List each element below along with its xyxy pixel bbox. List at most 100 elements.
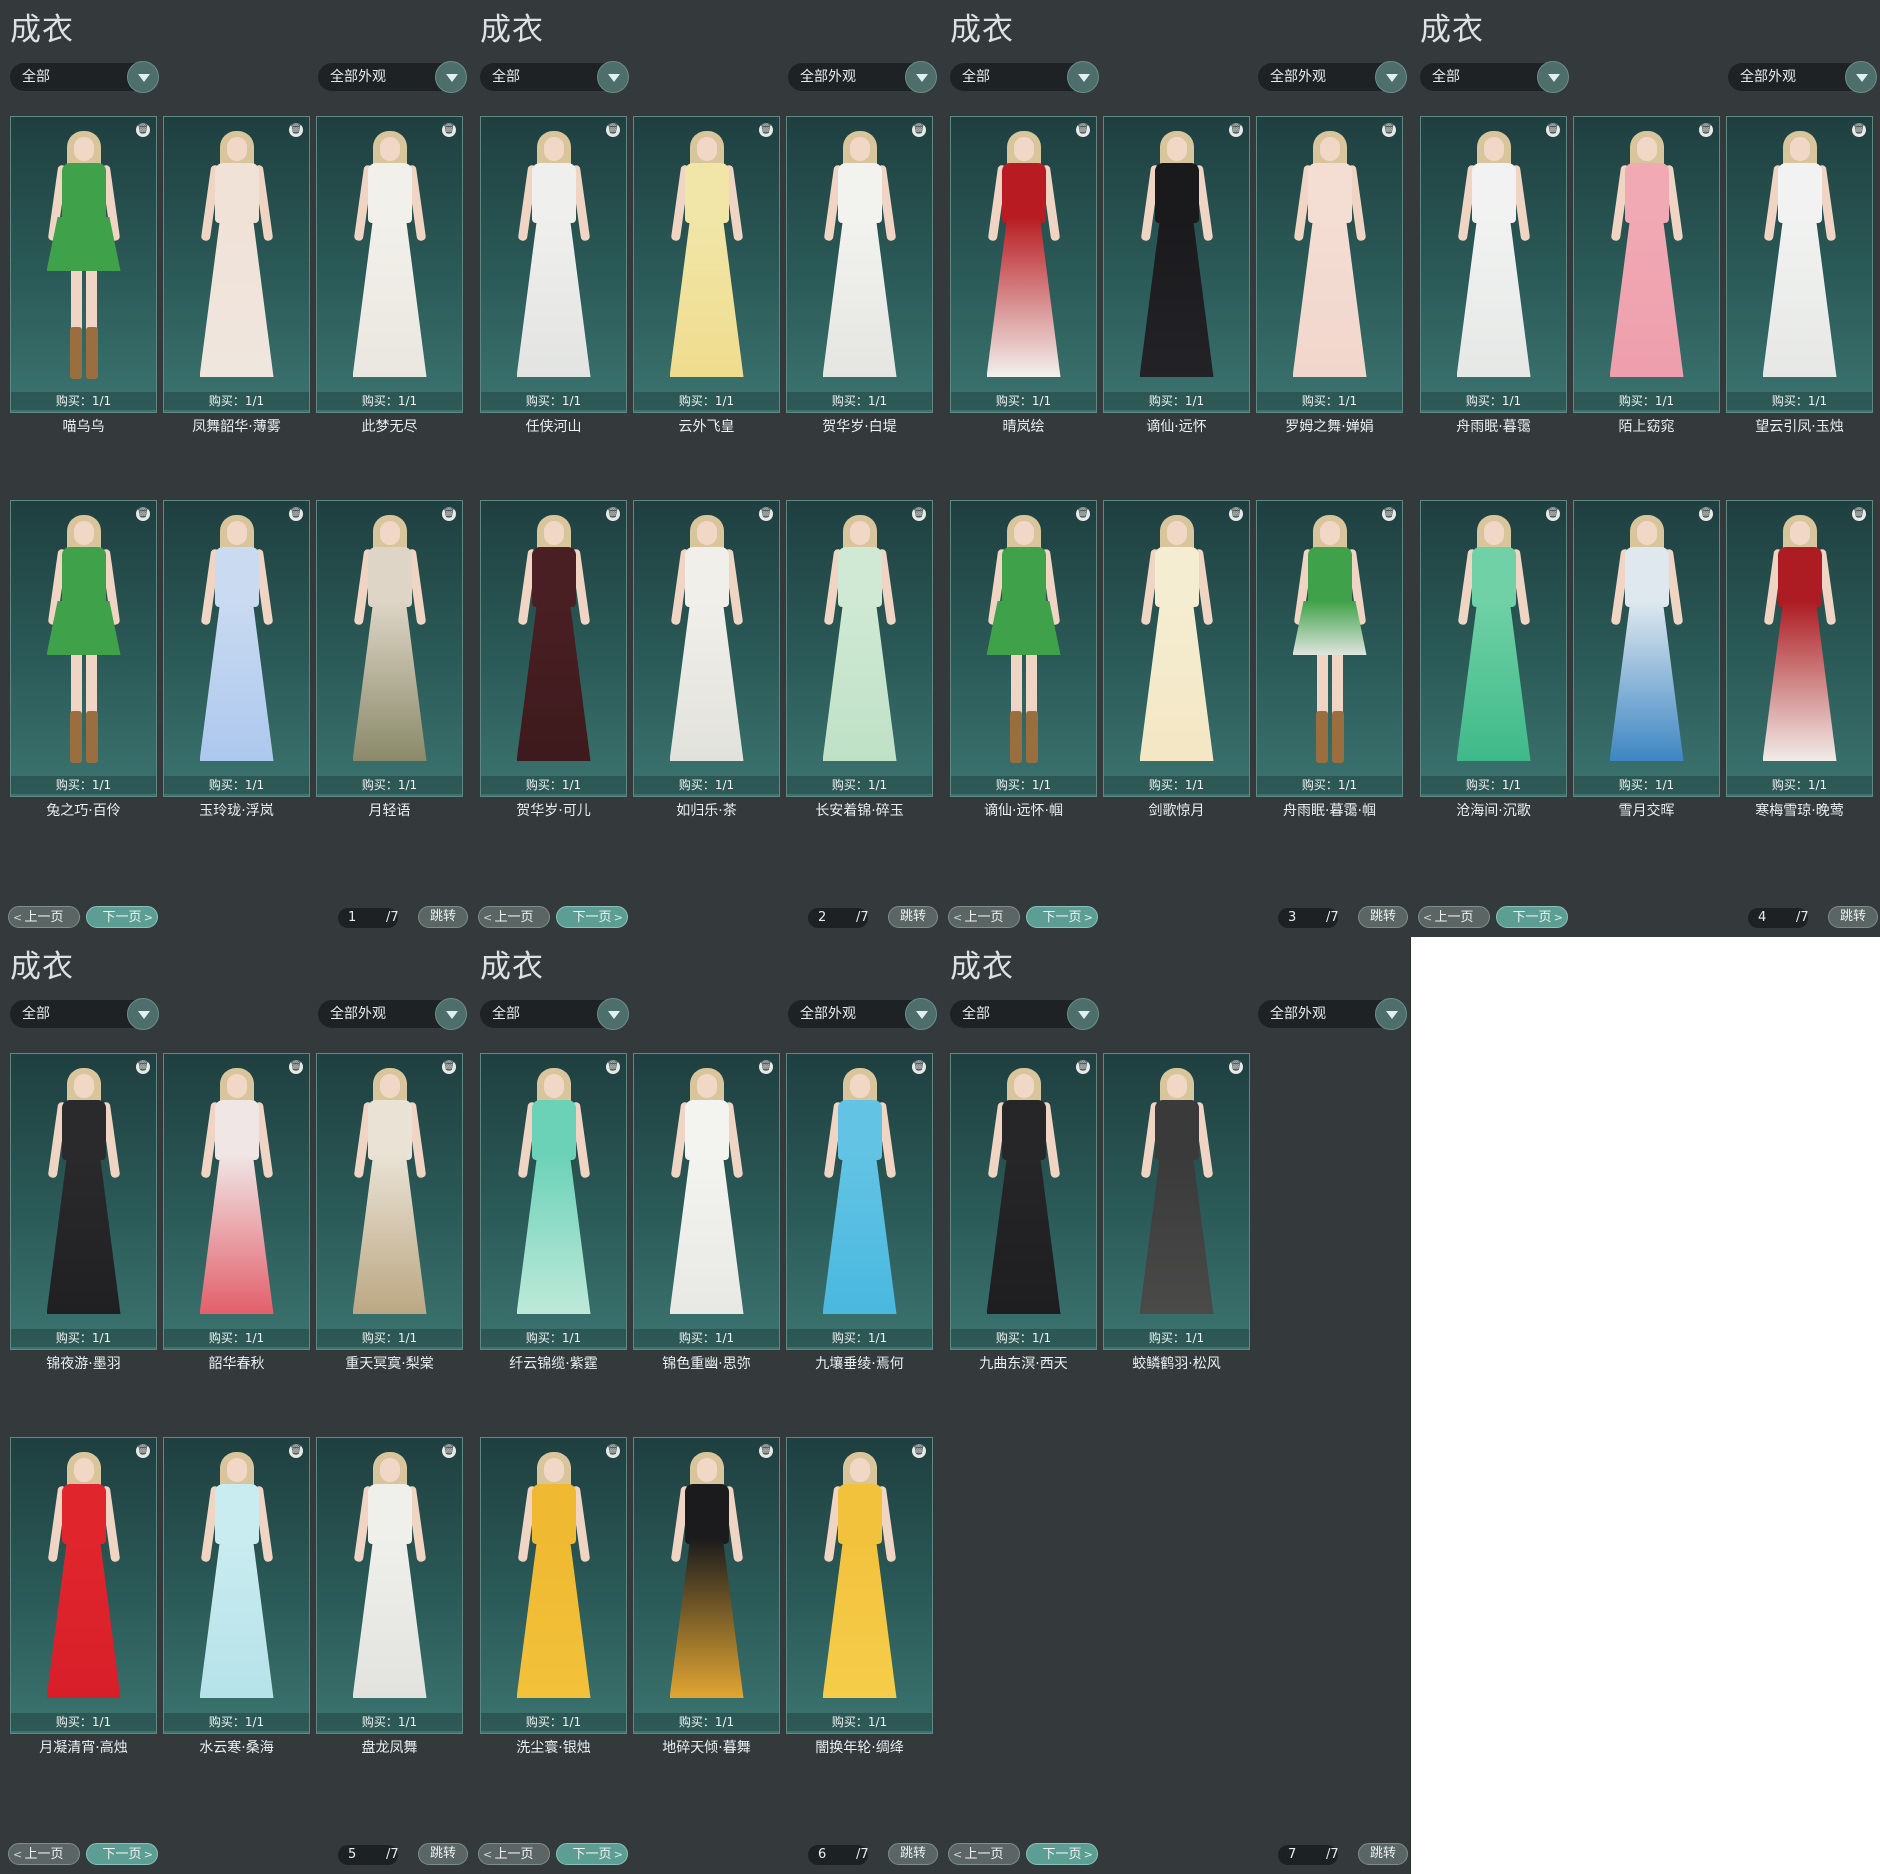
outfit-card[interactable]: 🗑 购买：1/1 盘龙凤舞 <box>316 1437 463 1756</box>
category-dropdown[interactable]: 全部 <box>1420 61 1569 93</box>
chevron-down-icon[interactable] <box>1537 61 1569 93</box>
category-dropdown[interactable]: 全部 <box>480 998 629 1030</box>
next-page-button[interactable]: 下一页 <box>556 906 628 929</box>
outfit-card[interactable]: 🗑 购买：1/1 月轻语 <box>316 500 463 819</box>
outfit-card[interactable]: 🗑 购买：1/1 锦夜游·墨羽 <box>10 1053 157 1372</box>
chevron-down-icon[interactable] <box>905 61 937 93</box>
jump-button[interactable]: 跳转 <box>418 906 468 928</box>
appearance-dropdown[interactable]: 全部外观 <box>1258 998 1407 1030</box>
outfit-card[interactable]: 🗑 购买：1/1 如归乐·茶 <box>633 500 780 819</box>
purchase-count: 购买：1/1 <box>634 1713 779 1731</box>
jump-button[interactable]: 跳转 <box>1358 906 1408 928</box>
prev-page-button[interactable]: 上一页 <box>948 906 1020 929</box>
page-total: /7 <box>386 1847 399 1862</box>
outfit-card[interactable]: 🗑 购买：1/1 贺华岁·白堤 <box>786 116 933 435</box>
outfit-card[interactable]: 🗑 购买：1/1 地碎天倾·暮舞 <box>633 1437 780 1756</box>
chevron-down-icon[interactable] <box>597 998 629 1030</box>
prev-page-button[interactable]: 上一页 <box>478 906 550 929</box>
outfit-card[interactable]: 🗑 购买：1/1 任侠河山 <box>480 116 627 435</box>
category-dropdown-value: 全部 <box>962 1006 990 1022</box>
outfit-card[interactable]: 🗑 购买：1/1 锦色重幽·思弥 <box>633 1053 780 1372</box>
chevron-down-icon[interactable] <box>597 61 629 93</box>
next-page-button[interactable]: 下一页 <box>86 1843 158 1866</box>
appearance-dropdown[interactable]: 全部外观 <box>788 61 937 93</box>
chevron-down-icon[interactable] <box>1845 61 1877 93</box>
chevron-down-icon[interactable] <box>127 61 159 93</box>
prev-page-button[interactable]: 上一页 <box>8 1843 80 1866</box>
chevron-down-icon[interactable] <box>1375 998 1407 1030</box>
outfit-name: 舟雨眠·暮霭 <box>1456 419 1531 435</box>
outfit-card[interactable]: 🗑 购买：1/1 雪月交晖 <box>1573 500 1720 819</box>
jump-button[interactable]: 跳转 <box>1358 1843 1408 1865</box>
purchase-count: 购买：1/1 <box>481 1713 626 1731</box>
appearance-dropdown[interactable]: 全部外观 <box>318 61 467 93</box>
wardrobe-panel: 成衣 全部 全部外观 🗑 购买：1/1 晴岚绘 🗑 购买：1/1 谪仙·远怀 🗑… <box>940 0 1411 937</box>
outfit-card[interactable]: 🗑 购买：1/1 九壤垂绫·焉何 <box>786 1053 933 1372</box>
category-dropdown[interactable]: 全部 <box>10 61 159 93</box>
outfit-card[interactable]: 🗑 购买：1/1 重天冥寞·梨棠 <box>316 1053 463 1372</box>
appearance-dropdown[interactable]: 全部外观 <box>1258 61 1407 93</box>
next-page-button[interactable]: 下一页 <box>1026 906 1098 929</box>
prev-page-button[interactable]: 上一页 <box>478 1843 550 1866</box>
jump-button[interactable]: 跳转 <box>418 1843 468 1865</box>
outfit-card[interactable]: 🗑 购买：1/1 谪仙·远怀 <box>1103 116 1250 435</box>
outfit-card[interactable]: 🗑 购买：1/1 水云寒·桑海 <box>163 1437 310 1756</box>
outfit-card[interactable]: 🗑 购买：1/1 玉玲珑·浮岚 <box>163 500 310 819</box>
next-page-button[interactable]: 下一页 <box>1496 906 1568 929</box>
outfit-card[interactable]: 🗑 购买：1/1 剑歌惊月 <box>1103 500 1250 819</box>
outfit-card[interactable]: 🗑 购买：1/1 长安着锦·碎玉 <box>786 500 933 819</box>
outfit-card[interactable]: 🗑 购买：1/1 凤舞韶华·薄雾 <box>163 116 310 435</box>
outfit-card[interactable]: 🗑 购买：1/1 兔之巧·百伶 <box>10 500 157 819</box>
category-dropdown[interactable]: 全部 <box>950 998 1099 1030</box>
outfit-card[interactable]: 🗑 购买：1/1 九曲东溟·西天 <box>950 1053 1097 1372</box>
purchase-count: 购买：1/1 <box>951 392 1096 410</box>
purchase-count: 购买：1/1 <box>11 392 156 410</box>
prev-page-button[interactable]: 上一页 <box>1418 906 1490 929</box>
outfit-card[interactable]: 🗑 购买：1/1 舟雨眠·暮霭·帼 <box>1256 500 1403 819</box>
character-figure <box>499 1064 609 1322</box>
appearance-dropdown[interactable]: 全部外观 <box>788 998 937 1030</box>
outfit-card[interactable]: 🗑 购买：1/1 寒梅雪琼·晚莺 <box>1726 500 1873 819</box>
chevron-down-icon[interactable] <box>435 998 467 1030</box>
outfit-card[interactable]: 🗑 购买：1/1 闇换年轮·绸绛 <box>786 1437 933 1756</box>
appearance-dropdown[interactable]: 全部外观 <box>1728 61 1877 93</box>
next-page-button[interactable]: 下一页 <box>1026 1843 1098 1866</box>
outfit-card[interactable]: 🗑 购买：1/1 月凝清宵·高烛 <box>10 1437 157 1756</box>
outfit-card[interactable]: 🗑 购买：1/1 喵乌乌 <box>10 116 157 435</box>
category-dropdown[interactable]: 全部 <box>10 998 159 1030</box>
outfit-card[interactable]: 🗑 购买：1/1 晴岚绘 <box>950 116 1097 435</box>
outfit-name: 玉玲珑·浮岚 <box>199 803 274 819</box>
outfit-card[interactable]: 🗑 购买：1/1 此梦无尽 <box>316 116 463 435</box>
chevron-down-icon[interactable] <box>1375 61 1407 93</box>
appearance-dropdown[interactable]: 全部外观 <box>318 998 467 1030</box>
prev-page-button[interactable]: 上一页 <box>948 1843 1020 1866</box>
outfit-card[interactable]: 🗑 购买：1/1 贺华岁·可儿 <box>480 500 627 819</box>
jump-button[interactable]: 跳转 <box>888 906 938 928</box>
outfit-card[interactable]: 🗑 购买：1/1 韶华春秋 <box>163 1053 310 1372</box>
panel-title: 成衣 <box>950 949 1014 985</box>
outfit-card[interactable]: 🗑 购买：1/1 沧海间·沉歌 <box>1420 500 1567 819</box>
outfit-card[interactable]: 🗑 购买：1/1 云外飞皇 <box>633 116 780 435</box>
category-dropdown[interactable]: 全部 <box>480 61 629 93</box>
chevron-down-icon[interactable] <box>1067 998 1099 1030</box>
outfit-card[interactable]: 🗑 购买：1/1 陌上窈窕 <box>1573 116 1720 435</box>
jump-button[interactable]: 跳转 <box>888 1843 938 1865</box>
chevron-down-icon[interactable] <box>127 998 159 1030</box>
outfit-card[interactable]: 🗑 购买：1/1 洗尘寰·银烛 <box>480 1437 627 1756</box>
chevron-down-icon[interactable] <box>435 61 467 93</box>
next-page-button[interactable]: 下一页 <box>556 1843 628 1866</box>
outfit-card[interactable]: 🗑 购买：1/1 纤云锦缆·紫霆 <box>480 1053 627 1372</box>
chevron-down-icon[interactable] <box>1067 61 1099 93</box>
next-page-button[interactable]: 下一页 <box>86 906 158 929</box>
outfit-card[interactable]: 🗑 购买：1/1 罗姆之舞·婵娟 <box>1256 116 1403 435</box>
chevron-down-icon[interactable] <box>905 998 937 1030</box>
outfit-card[interactable]: 🗑 购买：1/1 望云引凤·玉烛 <box>1726 116 1873 435</box>
outfit-card[interactable]: 🗑 购买：1/1 舟雨眠·暮霭 <box>1420 116 1567 435</box>
jump-button[interactable]: 跳转 <box>1828 906 1878 928</box>
outfit-card[interactable]: 🗑 购买：1/1 谪仙·远怀·帼 <box>950 500 1097 819</box>
prev-page-button[interactable]: 上一页 <box>8 906 80 929</box>
category-dropdown[interactable]: 全部 <box>950 61 1099 93</box>
character-figure <box>182 511 292 769</box>
outfit-name: 舟雨眠·暮霭·帼 <box>1283 803 1376 819</box>
outfit-card[interactable]: 🗑 购买：1/1 蛟鳞鹤羽·松风 <box>1103 1053 1250 1372</box>
